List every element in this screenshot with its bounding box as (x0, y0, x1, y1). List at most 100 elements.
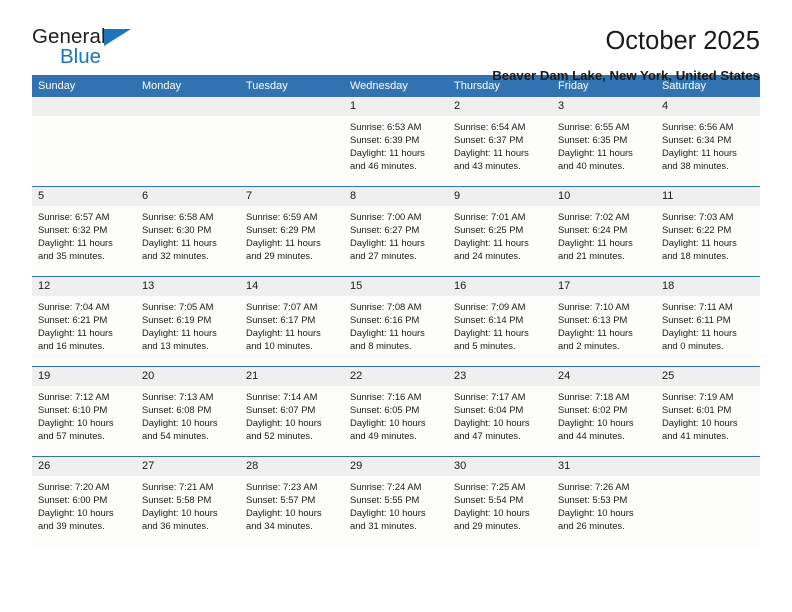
day-cell-inner: 29 Sunrise: 7:24 AM Sunset: 5:55 PM Dayligh… (344, 457, 448, 546)
calendar-day-cell[interactable]: 21 Sunrise: 7:14 AM Sunset: 6:07 PM Dayligh… (240, 366, 344, 457)
sunrise-text: Sunrise: 6:56 AM (662, 121, 734, 132)
sun-info: Sunrise: 7:01 AM Sunset: 6:25 PM Daylight:… (448, 206, 552, 262)
sunset-text: Sunset: 6:35 PM (558, 134, 628, 146)
calendar-day-cell[interactable]: 9 Sunrise: 7:01 AM Sunset: 6:25 PM Daylight… (448, 186, 552, 277)
calendar-day-cell[interactable]: 11 Sunrise: 7:03 AM Sunset: 6:22 PM Dayligh… (656, 186, 760, 277)
day-cell-inner: 22 Sunrise: 7:16 AM Sunset: 6:05 PM Dayligh… (344, 367, 448, 456)
day-cell-inner: 7 Sunrise: 6:59 AM Sunset: 6:29 PM Daylight… (240, 187, 344, 276)
day-cell-inner: 3 Sunrise: 6:55 AM Sunset: 6:35 PM Daylight… (552, 97, 656, 186)
calendar-day-cell[interactable]: 6 Sunrise: 6:58 AM Sunset: 6:30 PM Daylight… (136, 186, 240, 277)
sun-info: Sunrise: 6:57 AM Sunset: 6:32 PM Daylight:… (32, 206, 136, 262)
sunrise-text: Sunrise: 7:17 AM (454, 391, 526, 402)
generalblue-logo[interactable]: General Blue (32, 26, 150, 68)
day-cell-inner: 1 Sunrise: 6:53 AM Sunset: 6:39 PM Daylight… (344, 97, 448, 186)
day-cell-inner: 2 Sunrise: 6:54 AM Sunset: 6:37 PM Daylight… (448, 97, 552, 186)
calendar-day-cell[interactable]: 30 Sunrise: 7:25 AM Sunset: 5:54 PM Dayligh… (448, 456, 552, 546)
daylight-text-line2: and 13 minutes. (142, 340, 209, 352)
calendar-body: 1 Sunrise: 6:53 AM Sunset: 6:39 PM Daylight… (32, 97, 760, 546)
sun-info: Sunrise: 7:23 AM Sunset: 5:57 PM Daylight:… (240, 476, 344, 532)
sunset-text: Sunset: 6:25 PM (454, 224, 524, 236)
day-number: 12 (32, 277, 136, 296)
calendar-day-cell[interactable]: 29 Sunrise: 7:24 AM Sunset: 5:55 PM Dayligh… (344, 456, 448, 546)
sun-info: Sunrise: 7:11 AM Sunset: 6:11 PM Daylight:… (656, 296, 760, 352)
calendar-day-cell[interactable]: 25 Sunrise: 7:19 AM Sunset: 6:01 PM Dayligh… (656, 366, 760, 457)
day-cell-inner: 24 Sunrise: 7:18 AM Sunset: 6:02 PM Dayligh… (552, 367, 656, 456)
day-number: 24 (552, 367, 656, 386)
weekday-header-monday: Monday (136, 75, 240, 97)
calendar-day-cell[interactable]: 18 Sunrise: 7:11 AM Sunset: 6:11 PM Dayligh… (656, 276, 760, 367)
day-cell-inner: 26 Sunrise: 7:20 AM Sunset: 6:00 PM Dayligh… (32, 457, 136, 546)
day-cell-inner (656, 457, 760, 546)
weekday-header-wednesday: Wednesday (344, 75, 448, 97)
day-number: 14 (240, 277, 344, 296)
calendar-day-cell[interactable]: 23 Sunrise: 7:17 AM Sunset: 6:04 PM Dayligh… (448, 366, 552, 457)
daylight-text-line2: and 29 minutes. (246, 250, 313, 262)
calendar-grid: Sunday Monday Tuesday Wednesday Thursday… (32, 75, 760, 546)
daylight-text-line2: and 57 minutes. (38, 430, 105, 442)
calendar-day-cell[interactable]: 1 Sunrise: 6:53 AM Sunset: 6:39 PM Daylight… (344, 97, 448, 187)
day-number: 8 (344, 187, 448, 206)
daylight-text-line1: Daylight: 11 hours (246, 237, 321, 249)
title-block: October 2025 Beaver Dam Lake, New York, … (492, 26, 760, 86)
sunrise-text: Sunrise: 7:01 AM (454, 211, 526, 222)
daylight-text-line2: and 26 minutes. (558, 520, 625, 532)
calendar-day-cell[interactable]: 8 Sunrise: 7:00 AM Sunset: 6:27 PM Daylight… (344, 186, 448, 277)
calendar-day-cell[interactable]: 3 Sunrise: 6:55 AM Sunset: 6:35 PM Daylight… (552, 97, 656, 187)
day-cell-inner: 23 Sunrise: 7:17 AM Sunset: 6:04 PM Dayligh… (448, 367, 552, 456)
daylight-text-line2: and 34 minutes. (246, 520, 313, 532)
calendar-day-cell[interactable]: 27 Sunrise: 7:21 AM Sunset: 5:58 PM Dayligh… (136, 456, 240, 546)
daylight-text-line1: Daylight: 11 hours (558, 327, 633, 339)
calendar-day-cell[interactable]: 10 Sunrise: 7:02 AM Sunset: 6:24 PM Dayligh… (552, 186, 656, 277)
daylight-text-line1: Daylight: 10 hours (350, 507, 426, 519)
logo-text-blue: Blue (60, 45, 102, 68)
calendar-day-cell[interactable]: 12 Sunrise: 7:04 AM Sunset: 6:21 PM Dayligh… (32, 276, 136, 367)
calendar-day-cell-empty (136, 97, 240, 187)
calendar-day-cell[interactable]: 16 Sunrise: 7:09 AM Sunset: 6:14 PM Dayligh… (448, 276, 552, 367)
calendar-day-cell[interactable]: 24 Sunrise: 7:18 AM Sunset: 6:02 PM Dayligh… (552, 366, 656, 457)
sunset-text: Sunset: 6:17 PM (246, 314, 316, 326)
day-cell-inner: 6 Sunrise: 6:58 AM Sunset: 6:30 PM Daylight… (136, 187, 240, 276)
daylight-text-line2: and 54 minutes. (142, 430, 209, 442)
day-number: 15 (344, 277, 448, 296)
daylight-text-line1: Daylight: 10 hours (350, 417, 426, 429)
daylight-text-line1: Daylight: 10 hours (558, 417, 634, 429)
sunrise-text: Sunrise: 7:12 AM (38, 391, 110, 402)
calendar-day-cell[interactable]: 14 Sunrise: 7:07 AM Sunset: 6:17 PM Dayligh… (240, 276, 344, 367)
location-subtitle: Beaver Dam Lake, New York, United States (492, 68, 760, 83)
sun-info: Sunrise: 7:21 AM Sunset: 5:58 PM Daylight:… (136, 476, 240, 532)
sunset-text: Sunset: 6:14 PM (454, 314, 524, 326)
calendar-day-cell[interactable]: 28 Sunrise: 7:23 AM Sunset: 5:57 PM Dayligh… (240, 456, 344, 546)
calendar-day-cell[interactable]: 19 Sunrise: 7:12 AM Sunset: 6:10 PM Dayligh… (32, 366, 136, 457)
day-cell-inner: 18 Sunrise: 7:11 AM Sunset: 6:11 PM Dayligh… (656, 277, 760, 366)
calendar-day-cell[interactable]: 2 Sunrise: 6:54 AM Sunset: 6:37 PM Daylight… (448, 97, 552, 187)
sunset-text: Sunset: 6:27 PM (350, 224, 420, 236)
calendar-week-row: 1 Sunrise: 6:53 AM Sunset: 6:39 PM Daylight… (32, 97, 760, 187)
calendar-day-cell[interactable]: 20 Sunrise: 7:13 AM Sunset: 6:08 PM Dayligh… (136, 366, 240, 457)
calendar-day-cell[interactable]: 5 Sunrise: 6:57 AM Sunset: 6:32 PM Daylight… (32, 186, 136, 277)
calendar-day-cell[interactable]: 7 Sunrise: 6:59 AM Sunset: 6:29 PM Daylight… (240, 186, 344, 277)
day-cell-inner: 28 Sunrise: 7:23 AM Sunset: 5:57 PM Dayligh… (240, 457, 344, 546)
daylight-text-line1: Daylight: 11 hours (350, 327, 425, 339)
daylight-text-line1: Daylight: 11 hours (558, 147, 633, 159)
calendar-day-cell[interactable]: 4 Sunrise: 6:56 AM Sunset: 6:34 PM Daylight… (656, 97, 760, 187)
calendar-day-cell[interactable]: 26 Sunrise: 7:20 AM Sunset: 6:00 PM Dayligh… (32, 456, 136, 546)
calendar-day-cell[interactable]: 31 Sunrise: 7:26 AM Sunset: 5:53 PM Dayligh… (552, 456, 656, 546)
daylight-text-line1: Daylight: 10 hours (454, 507, 530, 519)
calendar-day-cell[interactable]: 17 Sunrise: 7:10 AM Sunset: 6:13 PM Dayligh… (552, 276, 656, 367)
calendar-day-cell[interactable]: 15 Sunrise: 7:08 AM Sunset: 6:16 PM Dayligh… (344, 276, 448, 367)
daylight-text-line1: Daylight: 11 hours (662, 327, 737, 339)
day-cell-inner: 8 Sunrise: 7:00 AM Sunset: 6:27 PM Daylight… (344, 187, 448, 276)
sunrise-text: Sunrise: 7:00 AM (350, 211, 422, 222)
day-number: 17 (552, 277, 656, 296)
calendar-day-cell[interactable]: 22 Sunrise: 7:16 AM Sunset: 6:05 PM Dayligh… (344, 366, 448, 457)
sunrise-text: Sunrise: 7:09 AM (454, 301, 526, 312)
calendar-page: General Blue October 2025 Beaver Dam Lak… (0, 0, 792, 612)
calendar-day-cell[interactable]: 13 Sunrise: 7:05 AM Sunset: 6:19 PM Dayligh… (136, 276, 240, 367)
daylight-text-line2: and 29 minutes. (454, 520, 521, 532)
sun-info: Sunrise: 7:12 AM Sunset: 6:10 PM Daylight:… (32, 386, 136, 442)
sunset-text: Sunset: 6:24 PM (558, 224, 628, 236)
daylight-text-line1: Daylight: 11 hours (662, 147, 737, 159)
logo-triangle-icon (104, 29, 131, 46)
sun-info: Sunrise: 6:54 AM Sunset: 6:37 PM Daylight:… (448, 116, 552, 172)
daylight-text-line2: and 32 minutes. (142, 250, 209, 262)
